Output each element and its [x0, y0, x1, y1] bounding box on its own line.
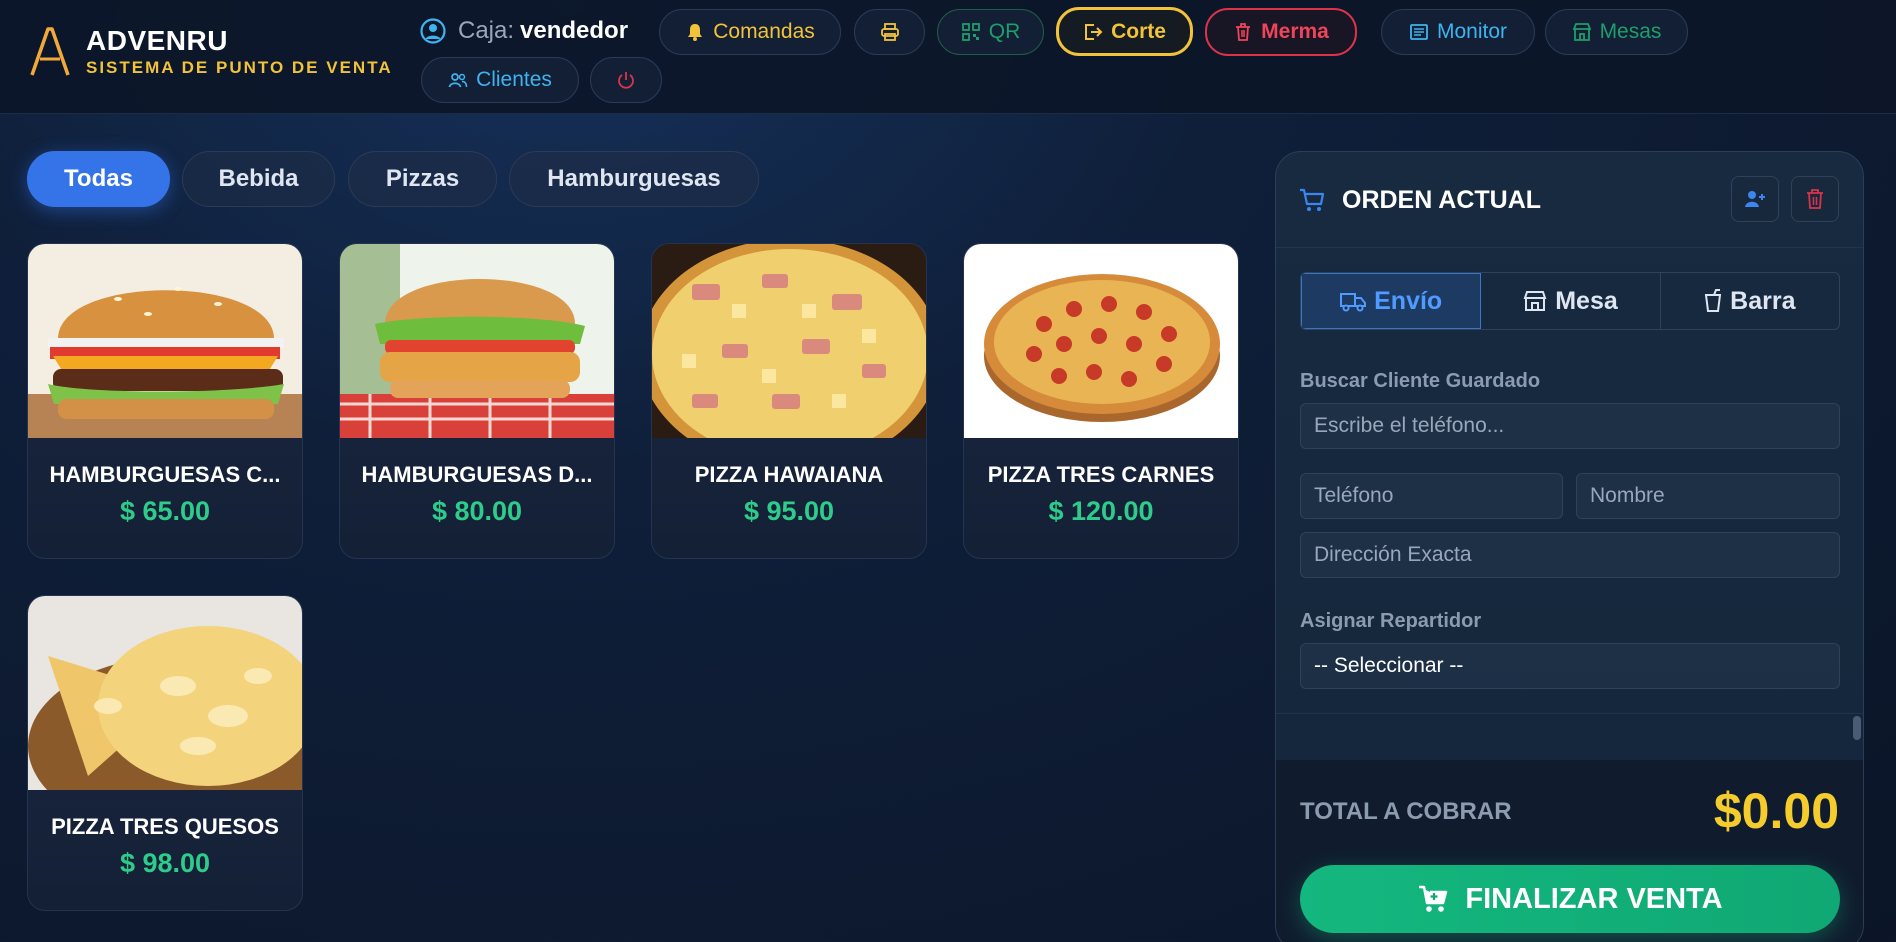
cart-icon: [1300, 188, 1325, 211]
scrollbar-thumb[interactable]: [1853, 716, 1861, 740]
pizza-cheese-image: [28, 596, 302, 790]
search-customer-label: Buscar Cliente Guardado: [1300, 370, 1541, 392]
cashier-info: Caja: vendedor: [420, 16, 628, 46]
product-name: PIZZA TRES CARNES: [987, 462, 1215, 487]
search-customer-input[interactable]: [1300, 403, 1840, 449]
merma-button[interactable]: Merma: [1205, 8, 1357, 56]
panel-scrollbar[interactable]: [1852, 714, 1862, 758]
corte-label: Corte: [1111, 19, 1166, 43]
truck-icon: [1340, 293, 1367, 312]
brand-subtitle: SISTEMA DE PUNTO DE VENTA: [86, 58, 393, 77]
product-card[interactable]: PIZZA HAWAIANA $ 95.00: [651, 243, 927, 559]
comandas-label: Comandas: [713, 20, 815, 43]
product-price: $ 65.00: [119, 496, 211, 526]
brand-name: ADVENRU: [86, 25, 228, 56]
clientes-label: Clientes: [476, 68, 552, 91]
phone-field[interactable]: [1300, 473, 1563, 519]
pizza-hawaiian-image: [652, 244, 926, 438]
mode-envio-button[interactable]: Envío: [1301, 273, 1482, 329]
mode-mesa-button[interactable]: Mesa: [1481, 273, 1661, 329]
finalize-sale-button[interactable]: FINALIZAR VENTA: [1300, 865, 1840, 933]
trash-icon: [1236, 23, 1251, 41]
printer-icon: [880, 23, 899, 41]
monitor-label: Monitor: [1436, 20, 1508, 43]
finalize-sale-label: FINALIZAR VENTA: [1465, 882, 1723, 915]
corte-button[interactable]: Corte: [1056, 7, 1193, 56]
category-tab-todas[interactable]: Todas: [27, 151, 170, 207]
qr-button[interactable]: QR: [937, 9, 1044, 55]
product-card[interactable]: HAMBURGUESAS C... $ 65.00: [27, 243, 303, 559]
address-field[interactable]: [1300, 532, 1840, 578]
pizza-pepperoni-image: [964, 244, 1238, 438]
merma-label: Merma: [1261, 20, 1329, 43]
name-field[interactable]: [1576, 473, 1840, 519]
category-tab-hamburguesas[interactable]: Hamburguesas: [509, 151, 759, 207]
total-value: $0.00: [1713, 783, 1839, 839]
category-tab-pizzas[interactable]: Pizzas: [348, 151, 497, 207]
courier-label: Asignar Repartidor: [1300, 610, 1482, 632]
comandas-button[interactable]: Comandas: [659, 9, 841, 55]
mode-mesa-label: Mesa: [1555, 286, 1618, 315]
users-icon: [448, 73, 468, 88]
monitor-button[interactable]: Monitor: [1381, 9, 1535, 55]
logout-button[interactable]: [590, 57, 662, 103]
product-price: $ 80.00: [431, 496, 523, 526]
courier-select[interactable]: -- Seleccionar --: [1300, 643, 1840, 689]
clientes-button[interactable]: Clientes: [421, 57, 579, 103]
mode-barra-button[interactable]: Barra: [1661, 273, 1839, 329]
burger-chicken-image: [340, 244, 614, 438]
product-card[interactable]: PIZZA TRES QUESOS $ 98.00: [27, 595, 303, 911]
mode-barra-label: Barra: [1730, 286, 1796, 315]
category-tab-bebida[interactable]: Bebida: [182, 151, 335, 207]
product-card[interactable]: HAMBURGUESAS D... $ 80.00: [339, 243, 615, 559]
mode-envio-label: Envío: [1374, 286, 1443, 315]
mesas-button[interactable]: Mesas: [1545, 9, 1688, 55]
bell-icon: [688, 24, 703, 41]
qr-label: QR: [988, 20, 1021, 43]
brand-logo-icon: [30, 27, 70, 76]
mesas-label: Mesas: [1599, 20, 1662, 43]
cup-icon: [1705, 289, 1722, 312]
user-circle-icon: [420, 18, 446, 44]
clear-order-button[interactable]: [1791, 176, 1839, 222]
print-button[interactable]: [854, 9, 925, 55]
order-title: ORDEN ACTUAL: [1342, 186, 1542, 214]
store-icon: [1523, 291, 1547, 311]
order-panel: ORDEN ACTUAL Envío Mesa Barra Buscar Cli…: [1275, 151, 1864, 942]
product-name: HAMBURGUESAS C...: [49, 462, 281, 487]
power-icon: [618, 72, 634, 89]
order-mode-selector: Envío Mesa Barra: [1300, 272, 1840, 330]
store-icon: [1572, 23, 1591, 41]
courier-select-value: -- Seleccionar --: [1314, 654, 1464, 677]
list-window-icon: [1410, 24, 1428, 40]
cashier-user: vendedor: [520, 17, 629, 44]
total-section: TOTAL A COBRAR $0.00 FINALIZAR VENTA: [1276, 760, 1863, 942]
product-name: PIZZA HAWAIANA: [694, 462, 884, 487]
qr-code-icon: [961, 23, 980, 41]
product-price: $ 95.00: [743, 496, 835, 526]
add-customer-button[interactable]: [1731, 176, 1779, 222]
order-panel-header: ORDEN ACTUAL: [1276, 152, 1863, 248]
burger-cheese-image: [28, 244, 302, 438]
product-price: $ 98.00: [119, 848, 211, 878]
top-header: ADVENRU SISTEMA DE PUNTO DE VENTA Caja: …: [0, 0, 1896, 114]
brand: ADVENRU SISTEMA DE PUNTO DE VENTA: [28, 24, 393, 78]
logout-box-icon: [1085, 23, 1103, 40]
product-price: $ 120.00: [1048, 496, 1154, 526]
user-plus-icon: [1745, 191, 1765, 207]
panel-divider: [1276, 713, 1863, 714]
product-card[interactable]: PIZZA TRES CARNES $ 120.00: [963, 243, 1239, 559]
cashier-label: Caja:: [458, 17, 515, 44]
total-label: TOTAL A COBRAR: [1300, 798, 1512, 825]
trash-icon: [1807, 189, 1823, 209]
product-name: HAMBURGUESAS D...: [361, 462, 593, 487]
cart-add-icon: [1419, 885, 1448, 912]
product-name: PIZZA TRES QUESOS: [51, 814, 279, 839]
